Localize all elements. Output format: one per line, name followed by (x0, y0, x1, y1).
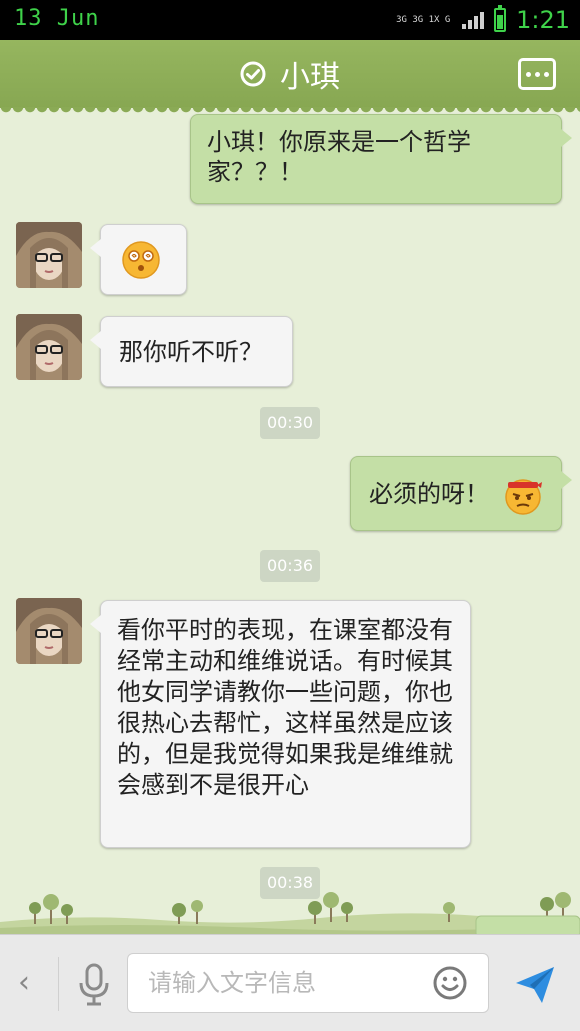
contact-avatar[interactable] (16, 314, 82, 380)
status-clock: 1:21 (516, 6, 570, 34)
message-text: 那你听不听？ (119, 338, 263, 366)
avatar-image (16, 598, 82, 664)
microphone-icon[interactable] (74, 963, 114, 1007)
message-bubble-received[interactable]: 那你听不听？ (90, 316, 293, 387)
message-bubble-received[interactable] (90, 224, 187, 295)
dot-icon (543, 71, 549, 77)
send-button-icon[interactable] (512, 961, 558, 1007)
signal-icon (462, 11, 485, 29)
input-bar: ‹ (0, 934, 580, 1031)
chat-title: 小琪 (280, 60, 340, 95)
emoji-button-icon[interactable] (432, 965, 468, 1001)
message-text: 看你平时的表现，在课室都没有经常主动和维维说话。有时候其他女同学请教你一些问题，… (117, 616, 453, 799)
collapse-arrow-icon[interactable]: ‹ (18, 965, 30, 1000)
message-bubble-received[interactable]: 看你平时的表现，在课室都没有经常主动和维维说话。有时候其他女同学请教你一些问题，… (90, 600, 471, 848)
message-bubble-sent[interactable]: 必须的呀！ (350, 456, 572, 531)
scenery-decoration (0, 892, 580, 938)
more-options-button[interactable] (518, 58, 556, 90)
status-indicators: 3G 3G 1X G 1:21 (396, 5, 570, 34)
dot-icon (525, 71, 531, 77)
dot-icon (534, 71, 540, 77)
chat-header: 小琪 (0, 40, 580, 116)
divider (58, 957, 59, 1011)
message-text: 必须的呀！ (369, 480, 489, 508)
status-bar: 13 Jun 3G 3G 1X G 1:21 (0, 0, 580, 40)
battery-icon (494, 5, 507, 32)
timestamp: 00:30 (260, 407, 320, 439)
timestamp: 00:36 (260, 550, 320, 582)
network-indicator: 3G 3G 1X G (396, 15, 451, 25)
contact-avatar[interactable] (16, 598, 82, 664)
avatar-image (16, 314, 82, 380)
message-text: 小琪！你原来是一个哲学家？？！ (207, 128, 471, 186)
dizzy-face-emoji-icon (122, 241, 160, 279)
message-bubble-sent[interactable]: 小琪！你原来是一个哲学家？？！ (190, 114, 572, 204)
avatar-image (16, 222, 82, 288)
check-circle-icon (240, 61, 266, 87)
headband-face-emoji-icon (505, 479, 542, 515)
contact-avatar[interactable] (16, 222, 82, 288)
status-date: 13 Jun (14, 6, 100, 31)
